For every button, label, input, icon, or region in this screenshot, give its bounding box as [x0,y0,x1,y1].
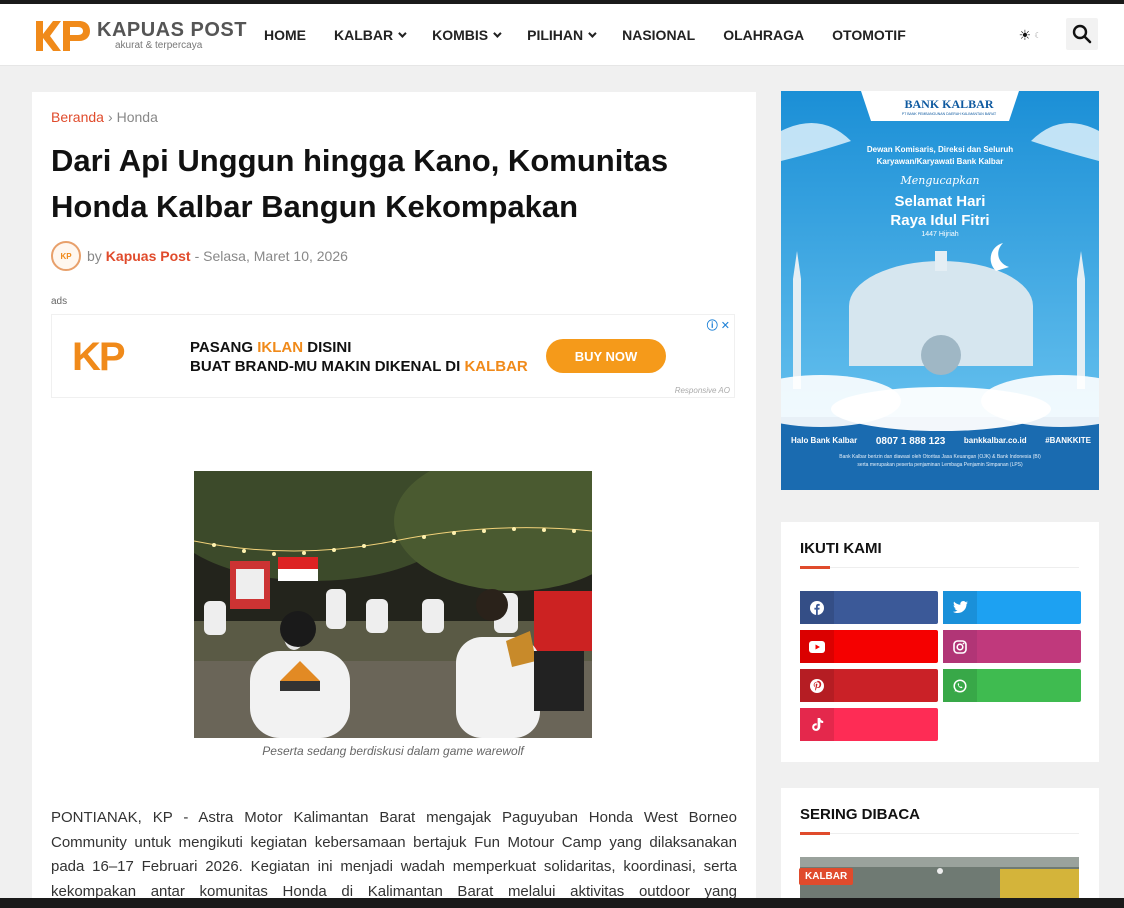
kp-logo-icon [33,17,93,55]
follow-widget: IKUTI KAMI [781,522,1099,762]
publish-date: - Selasa, Maret 10, 2026 [194,248,348,264]
article-card: Beranda › Honda Dari Api Unggun hingga Kan… [32,92,756,908]
widget-divider [800,566,1079,569]
nav-item-home[interactable]: HOME [264,27,306,43]
follow-whatsapp-button[interactable] [943,669,1081,702]
bank-name: BANK KALBAR [904,97,994,111]
logo-name: KAPUAS POST [97,19,247,41]
main-nav: HOME KALBAR KOMBIS PILIHAN NASIONAL OLAHRAGA O… [264,4,934,66]
chevron-down-icon [398,29,407,38]
nav-item-kalbar[interactable]: KALBAR [334,27,407,43]
ad-greeting: Dewan Komisaris, Direksi dan Seluruh [866,145,1014,154]
ad-text: BUAT BRAND-MU MAKIN DIKENAL DI [190,358,465,375]
youtube-icon [800,630,834,663]
breadcrumb-current[interactable]: Honda [117,109,158,125]
breadcrumb: Beranda › Honda [51,109,158,125]
ad-text-highlight: KALBAR [464,358,528,375]
ad-text-highlight: IKLAN [257,339,304,356]
follow-facebook-button[interactable] [800,591,938,624]
nav-label: KALBAR [334,27,394,43]
theme-toggle[interactable]: ☀ ☾ [1012,22,1048,48]
pinterest-icon [800,669,834,702]
ad-info-icon[interactable]: ⓘ ✕ [707,317,730,333]
nav-item-otomotif[interactable]: OTOMOTIF [832,27,906,43]
popular-widget: SERING DIBACA KALBAR [781,788,1099,898]
ad-headline: Raya Idul Fitri [890,212,990,229]
ad-subline: BUAT BRAND-MU MAKIN DIKENAL DI KALBAR [190,358,528,375]
nav-label: NASIONAL [622,27,696,43]
ad-disclaimer: serta merupakan peserta penjaminan Lemba… [857,462,1023,468]
follow-pinterest-button[interactable] [800,669,938,702]
category-tag[interactable]: KALBAR [799,868,854,885]
moon-icon: ☾ [1034,30,1042,40]
ad-headline: PASANG IKLAN DISINI [190,339,351,356]
follow-youtube-button[interactable] [800,630,938,663]
ad-greeting: Karyawan/Karyawati Bank Kalbar [876,157,1004,166]
chevron-down-icon [588,29,597,38]
follow-title: IKUTI KAMI [800,540,882,557]
bottom-bar [0,898,1124,908]
ad-headline: Selamat Hari [894,193,986,210]
sun-icon: ☀ [1018,26,1032,43]
nav-item-pilihan[interactable]: PILIHAN [527,27,597,43]
nav-label: OTOMOTIF [832,27,906,43]
ad-contact: Halo Bank Kalbar [791,436,858,445]
ad-text: PASANG [190,339,258,356]
nav-label: OLAHRAGA [723,27,805,43]
ad-footer: Responsive AO [674,386,730,395]
buy-now-button[interactable]: BUY NOW [546,339,666,373]
ad-logo: KP [72,335,126,379]
bank-sub: PT BANK PEMBANGUNAN DAERAH KALIMANTAN BA… [901,112,997,116]
whatsapp-icon [943,669,977,702]
author-link[interactable]: Kapuas Post [106,248,191,264]
popular-title: SERING DIBACA [800,806,921,823]
search-button[interactable] [1066,18,1098,50]
ads-label: ads [51,296,68,307]
instagram-icon [943,630,977,663]
twitter-icon [943,591,977,624]
photo-caption: Peserta sedang berdiskusi dalam game war… [262,744,524,758]
article-meta: KP by Kapuas Post - Selasa, Maret 10, 20… [51,240,348,272]
breadcrumb-home-link[interactable]: Beranda [51,109,104,125]
ad-hashtag: #BANKKITE [1045,436,1091,445]
sidebar-ad-bank-kalbar[interactable]: BANK KALBAR PT BANK PEMBANGUNAN DAERAH K… [781,91,1099,490]
site-logo[interactable]: KAPUAS POST akurat & terpercaya [33,16,247,56]
article-body: PONTIANAK, KP - Astra Motor Kalimantan B… [51,809,737,908]
follow-twitter-button[interactable] [943,591,1081,624]
nav-label: HOME [264,27,306,43]
ad-script: Mengucapkan [900,174,980,187]
logo-tagline: akurat & terpercaya [115,40,203,51]
ad-hijri: 1447 Hijriah [921,231,959,238]
ad-phone: 0807 1 888 123 [875,436,946,447]
author-prefix: by [87,248,102,264]
follow-tiktok-button[interactable] [800,708,938,741]
follow-instagram-button[interactable] [943,630,1081,663]
tiktok-icon [800,708,834,741]
ad-disclaimer: Bank Kalbar berizin dan diawasi oleh Oto… [839,454,1041,460]
ad-site: bankkalbar.co.id [963,436,1027,445]
facebook-icon [800,591,834,624]
nav-label: KOMBIS [432,27,489,43]
search-icon [1072,24,1092,44]
nav-item-olahraga[interactable]: OLAHRAGA [723,27,804,43]
article-photo[interactable] [194,471,592,738]
ad-text: DISINI [303,339,352,356]
site-header: KAPUAS POST akurat & terpercaya HOME KALB… [0,4,1124,66]
nav-item-nasional[interactable]: NASIONAL [622,27,695,43]
chevron-down-icon [493,29,502,38]
bank-logo: BANK KALBAR PT BANK PEMBANGUNAN DAERAH K… [889,97,1009,116]
widget-divider [800,832,1079,835]
article-title: Dari Api Unggun hingga Kano, Komunitas H… [51,143,669,224]
ad-contact-row: Halo Bank Kalbar 0807 1 888 123 bankkalb… [791,436,1091,447]
nav-item-kombis[interactable]: KOMBIS [432,27,502,43]
author-avatar[interactable]: KP [51,241,81,271]
chevron-right-icon: › [107,109,113,125]
nav-label: PILIHAN [527,27,584,43]
ad-banner[interactable]: KP PASANG IKLAN DISINI BUAT BRAND-MU MAK… [51,314,735,398]
